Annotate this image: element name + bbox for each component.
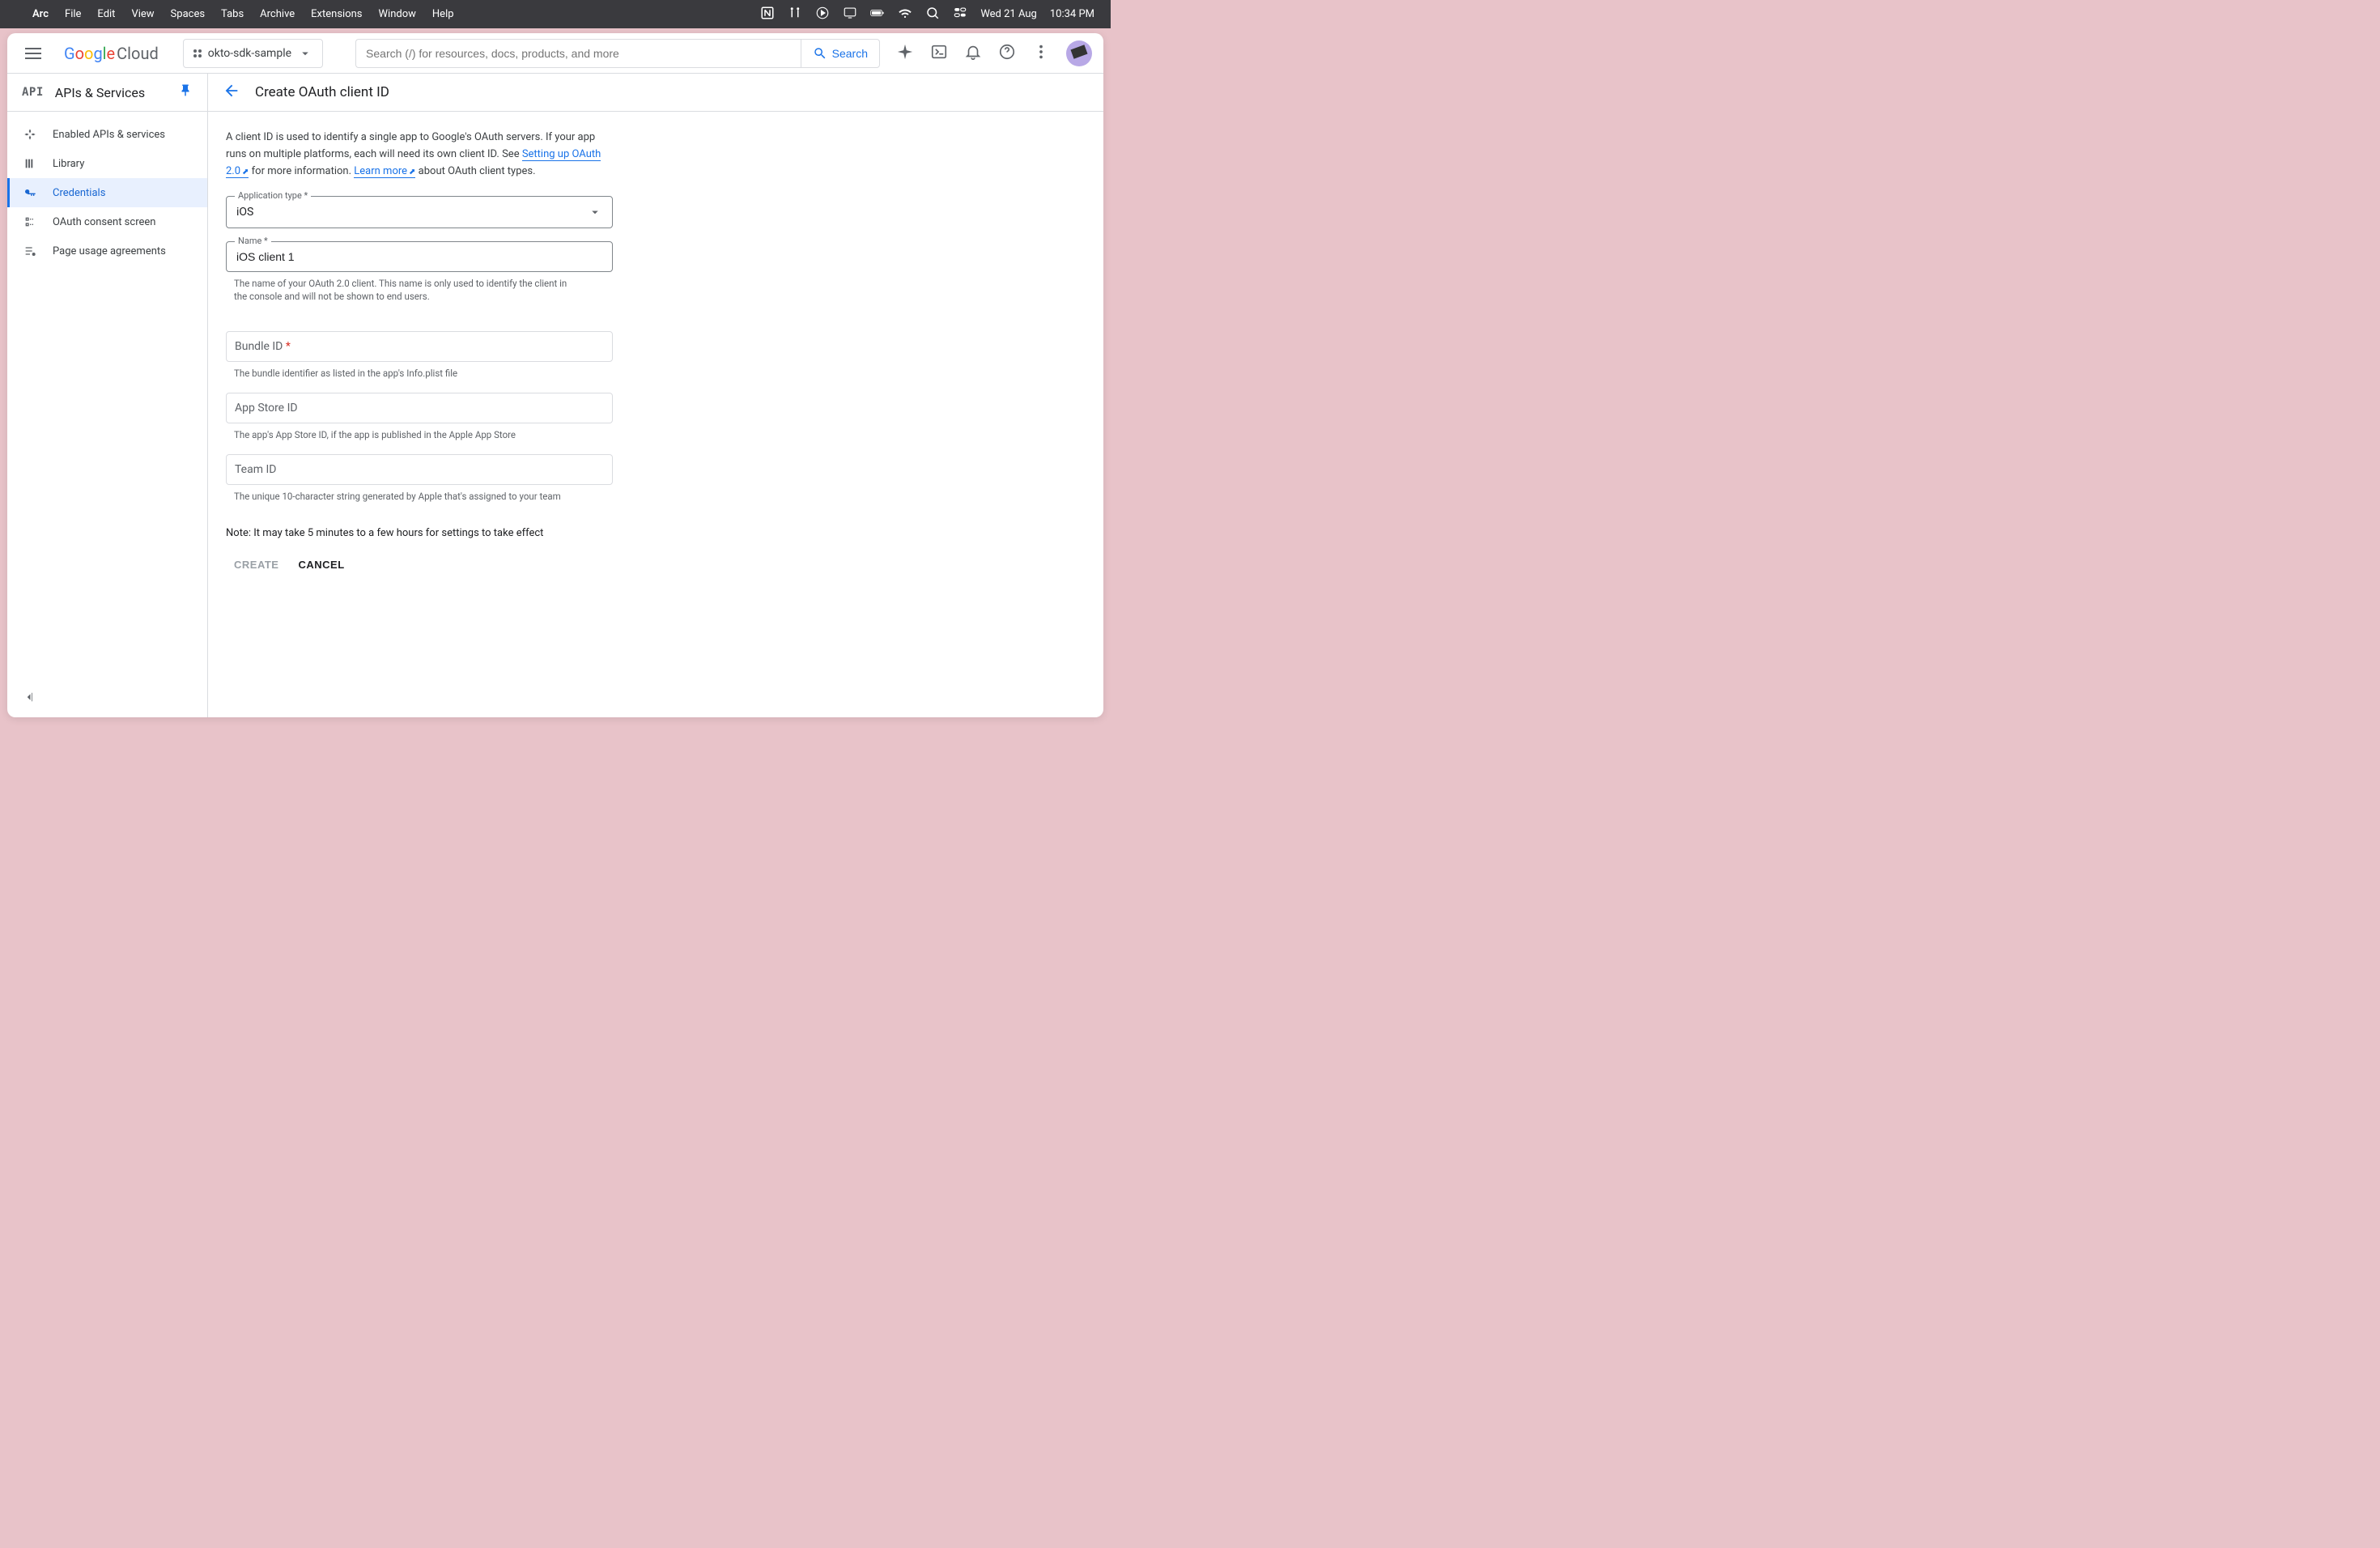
menubar-time[interactable]: 10:34 PM bbox=[1050, 8, 1094, 20]
google-wordmark: Google bbox=[64, 44, 115, 63]
play-circle-icon[interactable] bbox=[815, 6, 830, 23]
project-name: okto-sdk-sample bbox=[208, 47, 291, 60]
gcp-header: Google Cloud okto-sdk-sample Search bbox=[7, 33, 1103, 74]
name-label: Name * bbox=[235, 236, 271, 246]
menu-tabs[interactable]: Tabs bbox=[221, 8, 244, 20]
sidebar-item-oauth-consent[interactable]: OAuth consent screen bbox=[7, 207, 207, 236]
arrow-left-icon bbox=[223, 82, 240, 100]
control-center-icon[interactable] bbox=[953, 6, 967, 23]
menu-archive[interactable]: Archive bbox=[260, 8, 295, 20]
menu-view[interactable]: View bbox=[131, 8, 154, 20]
name-input[interactable] bbox=[227, 242, 612, 271]
menu-help[interactable]: Help bbox=[432, 8, 454, 20]
search-input[interactable] bbox=[355, 39, 801, 68]
page-title: Create OAuth client ID bbox=[255, 84, 389, 100]
menu-extensions[interactable]: Extensions bbox=[311, 8, 362, 20]
chevron-left-collapse-icon bbox=[22, 690, 36, 704]
menu-window[interactable]: Window bbox=[379, 8, 416, 20]
application-type-field: Application type * iOS bbox=[226, 196, 613, 228]
cloud-wordmark: Cloud bbox=[117, 44, 159, 63]
settings-note: Note: It may take 5 minutes to a few hou… bbox=[226, 527, 805, 539]
apis-icon bbox=[22, 128, 38, 141]
more-options-icon[interactable] bbox=[1032, 43, 1050, 64]
sidebar-item-label: Library bbox=[53, 158, 84, 170]
sliders-icon[interactable] bbox=[788, 6, 802, 23]
create-button[interactable]: CREATE bbox=[234, 559, 278, 571]
sidebar-item-label: OAuth consent screen bbox=[53, 216, 155, 228]
current-app-name[interactable]: Arc bbox=[32, 8, 49, 20]
app-store-id-helper-text: The app's App Store ID, if the app is pu… bbox=[226, 428, 582, 441]
main-content: Create OAuth client ID A client ID is us… bbox=[208, 74, 1103, 717]
help-icon[interactable] bbox=[998, 43, 1016, 64]
chevron-down-icon bbox=[298, 46, 312, 61]
menubar-date[interactable]: Wed 21 Aug bbox=[980, 8, 1037, 20]
app-type-value: iOS bbox=[236, 206, 253, 219]
sidebar-title: APIs & Services bbox=[55, 85, 178, 100]
name-field-wrapper: Name * The name of your OAuth 2.0 client… bbox=[226, 241, 613, 303]
app-type-label: Application type * bbox=[235, 190, 311, 201]
search-container: Search bbox=[355, 39, 880, 68]
project-dots-icon bbox=[193, 49, 202, 57]
name-helper-text: The name of your OAuth 2.0 client. This … bbox=[226, 277, 582, 303]
api-badge-icon: API bbox=[22, 86, 44, 99]
bundle-id-field-wrapper: Bundle ID * The bundle identifier as lis… bbox=[226, 331, 613, 380]
page-header: Create OAuth client ID bbox=[208, 74, 1103, 112]
app-store-id-field-wrapper: App Store ID The app's App Store ID, if … bbox=[226, 393, 613, 441]
sidebar-collapse-button[interactable] bbox=[7, 680, 207, 717]
application-type-select[interactable]: iOS bbox=[227, 197, 612, 228]
sidebar-item-page-usage[interactable]: Page usage agreements bbox=[7, 236, 207, 266]
menu-spaces[interactable]: Spaces bbox=[171, 8, 206, 20]
google-cloud-logo[interactable]: Google Cloud bbox=[64, 44, 159, 63]
search-button[interactable]: Search bbox=[801, 39, 880, 68]
battery-icon[interactable] bbox=[870, 6, 885, 23]
sidebar-header: API APIs & Services bbox=[7, 74, 207, 112]
team-id-helper-text: The unique 10-character string generated… bbox=[226, 490, 582, 503]
navigation-menu-button[interactable] bbox=[19, 41, 48, 66]
dropdown-arrow-icon bbox=[588, 205, 602, 219]
sidebar-nav: Enabled APIs & services Library Credenti… bbox=[7, 112, 207, 680]
search-icon[interactable] bbox=[925, 6, 940, 23]
page-description: A client ID is used to identify a single… bbox=[226, 130, 614, 180]
display-icon[interactable] bbox=[843, 6, 857, 23]
notion-icon[interactable] bbox=[760, 6, 775, 23]
library-icon bbox=[22, 157, 38, 170]
wifi-icon[interactable] bbox=[898, 6, 912, 23]
team-id-label: Team ID bbox=[235, 463, 276, 476]
search-icon bbox=[813, 46, 827, 61]
gemini-icon[interactable] bbox=[896, 43, 914, 64]
cloud-shell-icon[interactable] bbox=[930, 43, 948, 64]
agreement-icon bbox=[22, 245, 38, 257]
sidebar-item-label: Enabled APIs & services bbox=[53, 129, 165, 141]
sidebar-item-library[interactable]: Library bbox=[7, 149, 207, 178]
browser-window: Google Cloud okto-sdk-sample Search bbox=[7, 33, 1103, 717]
menu-edit[interactable]: Edit bbox=[97, 8, 115, 20]
cancel-button[interactable]: CANCEL bbox=[298, 559, 344, 571]
notifications-icon[interactable] bbox=[964, 43, 982, 64]
back-button[interactable] bbox=[223, 82, 240, 103]
macos-menubar: Arc File Edit View Spaces Tabs Archive E… bbox=[0, 0, 1111, 28]
hamburger-icon bbox=[25, 48, 41, 59]
menu-file[interactable]: File bbox=[65, 8, 81, 20]
team-id-input[interactable] bbox=[227, 455, 612, 484]
app-store-id-label: App Store ID bbox=[235, 402, 298, 415]
user-avatar[interactable] bbox=[1066, 40, 1092, 66]
bundle-id-helper-text: The bundle identifier as listed in the a… bbox=[226, 367, 582, 380]
bundle-id-label: Bundle ID * bbox=[235, 340, 291, 353]
pin-icon[interactable] bbox=[178, 83, 193, 101]
project-selector-dropdown[interactable]: okto-sdk-sample bbox=[183, 39, 323, 68]
key-icon bbox=[22, 186, 38, 199]
learn-more-link[interactable]: Learn more⬈ bbox=[354, 165, 415, 178]
sidebar-item-credentials[interactable]: Credentials bbox=[7, 178, 207, 207]
team-id-field-wrapper: Team ID The unique 10-character string g… bbox=[226, 454, 613, 503]
sidebar-item-label: Page usage agreements bbox=[53, 245, 166, 257]
consent-icon bbox=[22, 215, 38, 228]
sidebar-item-enabled-apis[interactable]: Enabled APIs & services bbox=[7, 120, 207, 149]
sidebar-item-label: Credentials bbox=[53, 187, 105, 199]
sidebar: API APIs & Services Enabled APIs & servi… bbox=[7, 74, 208, 717]
